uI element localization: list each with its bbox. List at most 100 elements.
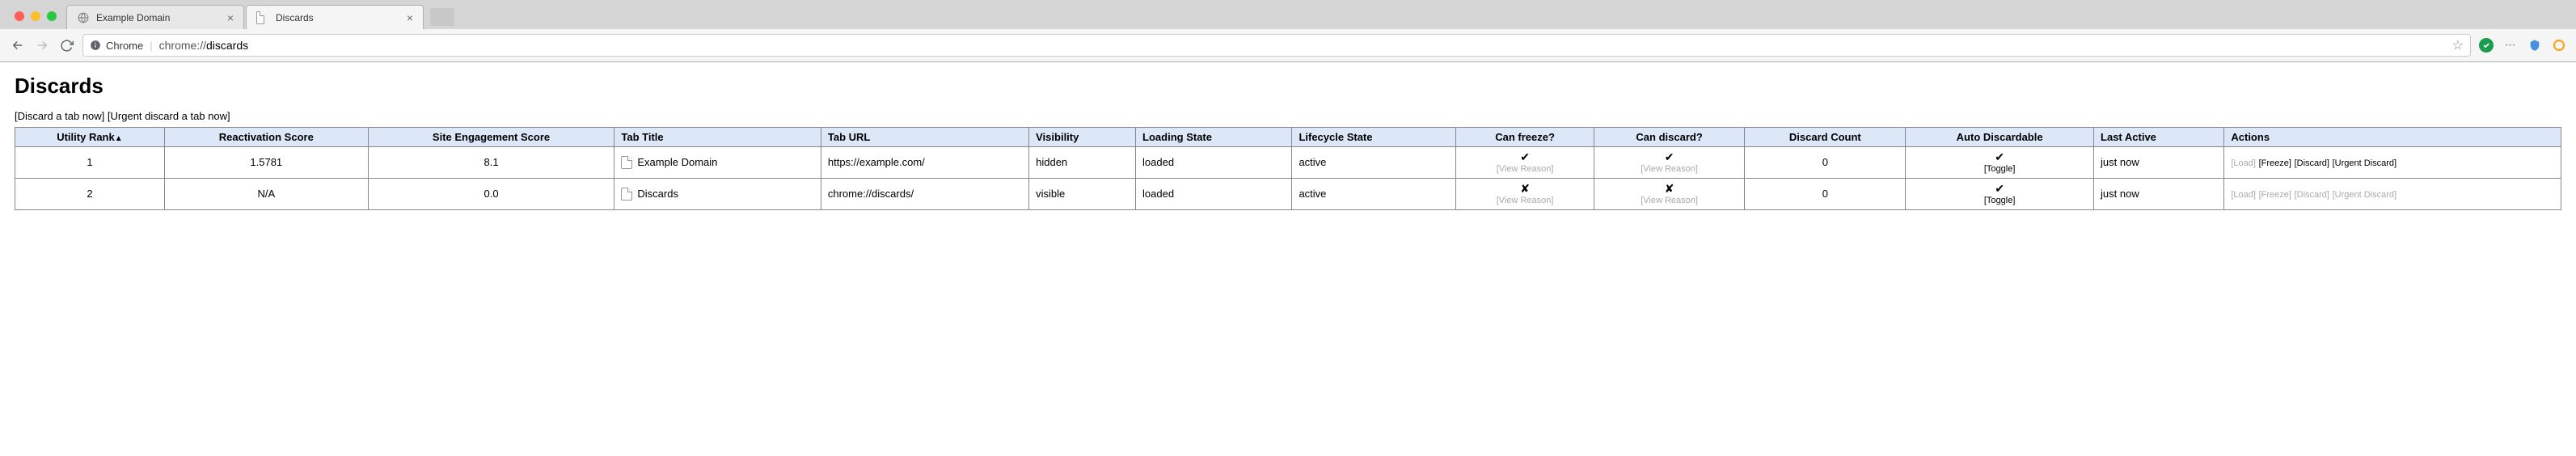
bookmark-star-icon[interactable]: ☆ [2452,37,2464,53]
extension-icons: ••• [2479,38,2566,53]
cell-can-freeze: ✘[View Reason] [1456,178,1594,209]
urgent-discard-link[interactable]: [Urgent Discard] [2333,158,2397,168]
view-reason-link[interactable]: [View Reason] [1641,164,1698,175]
cell-actions: [Load] [Freeze] [Discard] [Urgent Discar… [2224,178,2561,209]
close-icon[interactable]: × [399,11,413,24]
tab-0[interactable]: Example Domain × [66,5,244,29]
top-links: [Discard a tab now] [Urgent discard a ta… [15,110,2561,122]
extension-icon-4[interactable] [2552,38,2566,53]
cell-lifecycle-state: active [1292,178,1456,209]
col-lifecycle-state[interactable]: Lifecycle State [1292,128,1456,147]
site-info-icon[interactable]: Chrome [90,40,143,52]
scheme-label: Chrome [106,40,143,52]
col-reactivation-score[interactable]: Reactivation Score [164,128,368,147]
col-site-engagement[interactable]: Site Engagement Score [368,128,614,147]
extension-icon-3[interactable] [2527,38,2542,53]
cell-discard-count: 0 [1745,178,1906,209]
cell-visibility: visible [1029,178,1136,209]
col-actions[interactable]: Actions [2224,128,2561,147]
col-tab-title[interactable]: Tab Title [614,128,821,147]
window-zoom-button[interactable] [47,11,57,21]
cell-reactivation-score: N/A [164,178,368,209]
close-icon[interactable]: × [219,11,234,24]
cell-reactivation-score: 1.5781 [164,147,368,179]
tab-title: Example Domain [96,12,170,23]
omnibox[interactable]: Chrome | chrome://discards ☆ [82,34,2471,57]
check-icon: ✔ [1665,150,1674,164]
extension-icon-1[interactable] [2479,38,2494,53]
cell-tab-url: chrome://discards/ [821,178,1028,209]
load-link: [Load] [2231,158,2256,168]
cell-auto-discardable: ✔[Toggle] [1906,147,2094,179]
check-icon: ✔ [1520,150,1530,164]
freeze-link: [Freeze] [2259,190,2291,200]
toggle-link[interactable]: [Toggle] [1984,164,2016,175]
back-button[interactable] [10,37,26,53]
page-content: Discards [Discard a tab now] [Urgent dis… [0,62,2576,222]
discard-link: [Discard] [2295,190,2329,200]
cell-site-engagement: 8.1 [368,147,614,179]
tab-strip: Example Domain × Discards × [0,0,2576,29]
col-utility-rank[interactable]: Utility Rank▲ [15,128,165,147]
new-tab-button[interactable] [430,8,454,26]
view-reason-link[interactable]: [View Reason] [1497,164,1554,175]
table-header-row: Utility Rank▲ Reactivation Score Site En… [15,128,2561,147]
urgent-discard-tab-now-link[interactable]: [Urgent discard a tab now] [108,110,230,122]
window-close-button[interactable] [15,11,24,21]
tab-1[interactable]: Discards × [246,5,424,29]
cell-last-active: just now [2094,178,2224,209]
discard-link[interactable]: [Discard] [2295,158,2329,168]
col-can-freeze[interactable]: Can freeze? [1456,128,1594,147]
browser-chrome: Example Domain × Discards × Chrome | chr… [0,0,2576,62]
table-row: 11.57818.1Example Domainhttps://example.… [15,147,2561,179]
col-tab-url[interactable]: Tab URL [821,128,1028,147]
cell-discard-count: 0 [1745,147,1906,179]
window-minimize-button[interactable] [31,11,40,21]
col-visibility[interactable]: Visibility [1029,128,1136,147]
check-icon: ✘ [1520,182,1530,196]
window-controls [10,3,66,29]
table-row: 2N/A0.0Discardschrome://discards/visible… [15,178,2561,209]
cell-loading-state: loaded [1136,178,1292,209]
discard-tab-now-link[interactable]: [Discard a tab now] [15,110,104,122]
cell-can-discard: ✔[View Reason] [1594,147,1745,179]
load-link: [Load] [2231,190,2256,200]
view-reason-link[interactable]: [View Reason] [1497,196,1554,206]
toggle-link[interactable]: [Toggle] [1984,196,2016,206]
check-icon: ✔ [1995,150,2004,164]
file-icon [621,156,632,169]
col-loading-state[interactable]: Loading State [1136,128,1292,147]
extension-icon-2[interactable]: ••• [2503,38,2518,53]
cell-loading-state: loaded [1136,147,1292,179]
col-auto-discardable[interactable]: Auto Discardable [1906,128,2094,147]
cell-tab-title: Example Domain [614,147,821,179]
page-title: Discards [15,74,2561,99]
cell-lifecycle-state: active [1292,147,1456,179]
check-icon: ✘ [1665,182,1674,196]
cell-utility-rank: 2 [15,178,165,209]
view-reason-link[interactable]: [View Reason] [1641,196,1698,206]
globe-icon [77,11,90,24]
sort-asc-icon: ▲ [115,134,123,143]
cell-tab-url: https://example.com/ [821,147,1028,179]
discards-table: Utility Rank▲ Reactivation Score Site En… [15,127,2561,210]
urgent-discard-link: [Urgent Discard] [2333,190,2397,200]
tab-title: Discards [276,12,314,23]
col-last-active[interactable]: Last Active [2094,128,2224,147]
file-icon [256,11,269,24]
cell-auto-discardable: ✔[Toggle] [1906,178,2094,209]
cell-can-freeze: ✔[View Reason] [1456,147,1594,179]
cell-can-discard: ✘[View Reason] [1594,178,1745,209]
cell-site-engagement: 0.0 [368,178,614,209]
col-can-discard[interactable]: Can discard? [1594,128,1745,147]
forward-button[interactable] [34,37,50,53]
col-discard-count[interactable]: Discard Count [1745,128,1906,147]
url-text: chrome://discards [159,39,249,52]
freeze-link[interactable]: [Freeze] [2259,158,2291,168]
cell-actions: [Load] [Freeze] [Discard] [Urgent Discar… [2224,147,2561,179]
check-icon: ✔ [1995,182,2004,196]
cell-last-active: just now [2094,147,2224,179]
cell-visibility: hidden [1029,147,1136,179]
cell-utility-rank: 1 [15,147,165,179]
reload-button[interactable] [58,37,74,53]
